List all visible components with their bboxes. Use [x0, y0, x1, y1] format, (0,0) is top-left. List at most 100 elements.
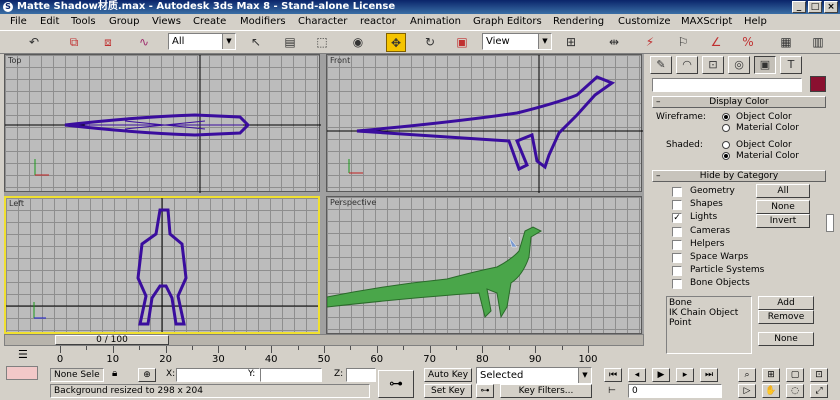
menu-customize[interactable]: Customize [618, 14, 671, 30]
pivot-icon[interactable]: ⊞ [561, 33, 581, 52]
menu-tools[interactable]: Tools [71, 14, 96, 30]
orbit-icon[interactable]: ◌ [786, 384, 804, 398]
material-editor-icon[interactable]: ▦ [776, 33, 796, 52]
display-tab-icon[interactable]: ▣ [754, 56, 776, 74]
maximize-viewport-icon[interactable]: ⤢ [810, 384, 828, 398]
current-frame-field[interactable]: 0 [628, 384, 722, 398]
pan-icon[interactable]: ✋ [762, 384, 780, 398]
go-to-end-icon[interactable]: ⏭ [700, 368, 718, 382]
go-to-start-icon[interactable]: ⏮ [604, 368, 622, 382]
hierarchy-tab-icon[interactable]: ⊡ [702, 56, 724, 74]
y-coordinate-field[interactable] [260, 368, 322, 382]
menu-modifiers[interactable]: Modifiers [240, 14, 286, 30]
menu-file[interactable]: File [10, 14, 27, 30]
close-button[interactable]: × [824, 1, 838, 13]
remove-button[interactable]: Remove [758, 310, 814, 324]
next-frame-icon[interactable]: ▸ [676, 368, 694, 382]
category-checkbox[interactable] [672, 200, 682, 211]
time-slider-thumb[interactable]: 0 / 100 [55, 335, 169, 345]
bind-spacewarp-icon[interactable]: ∿ [134, 33, 154, 52]
menu-views[interactable]: Views [152, 14, 181, 30]
render-icon[interactable]: ▥ [808, 33, 828, 52]
maxscript-listener-mini[interactable] [6, 366, 38, 380]
category-checkbox[interactable] [672, 226, 682, 237]
select-icon[interactable]: ↖ [246, 33, 266, 52]
viewport-front[interactable]: Front [326, 54, 643, 193]
list-item[interactable]: IK Chain Object [669, 308, 749, 318]
zoom-icon[interactable]: ⌕ [738, 368, 756, 382]
angle-snap-icon[interactable]: ∠ [706, 33, 726, 52]
list-item[interactable]: Bone [669, 298, 749, 308]
key-filters-button[interactable]: Key Filters... [500, 384, 592, 398]
field-of-view-icon[interactable]: ▷ [738, 384, 756, 398]
wireframe-material-color-radio[interactable] [722, 124, 730, 132]
panel-scrollbar[interactable] [826, 214, 834, 232]
selection-filter-dropdown[interactable]: All ▼ [168, 33, 236, 50]
set-key-icon[interactable]: ⊶ [378, 370, 414, 398]
shaded-object-color-radio[interactable] [722, 141, 730, 149]
list-item[interactable]: Point [669, 318, 749, 328]
menu-rendering[interactable]: Rendering [553, 14, 604, 30]
category-checkbox[interactable] [672, 253, 682, 263]
category-checkbox[interactable] [672, 239, 682, 250]
lock-icon[interactable]: 🔒︎ [112, 368, 124, 382]
motion-tab-icon[interactable]: ◎ [728, 56, 750, 74]
category-checkbox[interactable] [672, 187, 682, 197]
hide-by-category-header[interactable]: – Hide by Category [652, 170, 826, 182]
maximize-button[interactable]: □ [808, 1, 822, 13]
modify-tab-icon[interactable]: ◠ [676, 56, 698, 74]
viewport-perspective[interactable]: Perspective [326, 196, 642, 334]
menu-create[interactable]: Create [193, 14, 226, 30]
previous-frame-icon[interactable]: ◂ [628, 368, 646, 382]
invert-button[interactable]: Invert [756, 214, 810, 228]
time-slider[interactable]: 0 / 100 [4, 334, 644, 346]
z-coordinate-field[interactable] [346, 368, 376, 382]
absolute-mode-icon[interactable]: ⊕ [138, 368, 156, 382]
percent-snap-icon[interactable]: % [738, 33, 758, 52]
all-button[interactable]: All [756, 184, 810, 198]
menu-reactor[interactable]: reactor [360, 14, 396, 30]
menu-maxscript[interactable]: MAXScript [681, 14, 732, 30]
align-icon[interactable]: ⚡ [640, 33, 660, 52]
select-link-icon[interactable]: ⧉ [64, 33, 84, 52]
menu-graph-editors[interactable]: Graph Editors [473, 14, 542, 30]
menu-edit[interactable]: Edit [40, 14, 59, 30]
app-icon[interactable]: S [3, 2, 13, 12]
reference-coord-dropdown[interactable]: View ▼ [482, 33, 552, 50]
track-bar[interactable]: 0 10 20 30 40 50 60 70 80 90 100 [40, 346, 600, 366]
utilities-tab-icon[interactable]: T [780, 56, 802, 74]
unlink-icon[interactable]: ⧈ [98, 33, 118, 52]
viewport-left[interactable]: Left [4, 196, 320, 334]
play-icon[interactable]: ▶ [652, 368, 670, 382]
none-list-button[interactable]: None [758, 332, 814, 346]
category-listbox[interactable]: Bone IK Chain Object Point [666, 296, 752, 354]
key-selection-dropdown[interactable]: Selected ▼ [476, 367, 592, 384]
undo-icon[interactable]: ↶ [24, 33, 44, 52]
add-button[interactable]: Add [758, 296, 814, 310]
category-checkbox[interactable] [672, 279, 682, 290]
category-checkbox[interactable] [672, 266, 682, 277]
zoom-all-icon[interactable]: ⊞ [762, 368, 780, 382]
viewport-top[interactable]: Top [4, 54, 321, 193]
none-button[interactable]: None [756, 200, 810, 214]
track-bar-icon[interactable]: ☰ [18, 348, 34, 362]
auto-key-button[interactable]: Auto Key [424, 368, 472, 382]
move-icon[interactable]: ✥ [386, 33, 406, 52]
snap-icon[interactable]: ⚐ [673, 33, 693, 52]
shaded-material-color-radio[interactable] [722, 152, 730, 160]
scale-icon[interactable]: ▣ [452, 33, 472, 52]
object-name-field[interactable] [652, 78, 802, 92]
rect-region-icon[interactable]: ⬚ [312, 33, 332, 52]
object-color-swatch[interactable] [810, 76, 826, 92]
key-mode-icon[interactable]: ⊶ [476, 384, 494, 398]
category-checkbox[interactable]: ✓ [672, 213, 682, 224]
window-crossing-icon[interactable]: ◉ [348, 33, 368, 52]
zoom-extents-all-icon[interactable]: ⊡ [810, 368, 828, 382]
select-by-name-icon[interactable]: ▤ [280, 33, 300, 52]
rotate-icon[interactable]: ↻ [420, 33, 440, 52]
wireframe-object-color-radio[interactable] [722, 113, 730, 121]
menu-group[interactable]: Group [109, 14, 139, 30]
menu-help[interactable]: Help [744, 14, 767, 30]
create-tab-icon[interactable]: ✎ [650, 56, 672, 74]
menu-character[interactable]: Character [298, 14, 347, 30]
